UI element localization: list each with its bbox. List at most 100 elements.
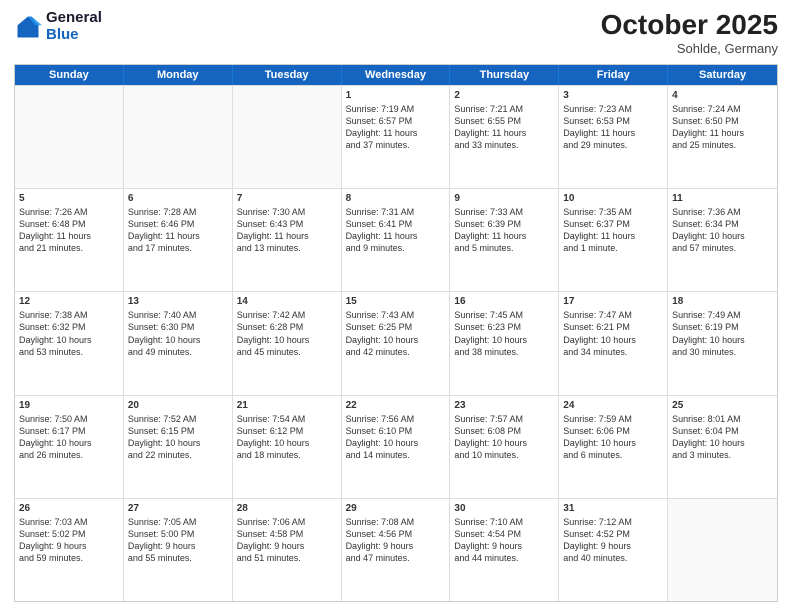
cell-day-number: 8 [346, 192, 446, 205]
calendar-cell-24: 24Sunrise: 7:59 AM Sunset: 6:06 PM Dayli… [559, 396, 668, 498]
cell-day-number: 9 [454, 192, 554, 205]
logo-text: General Blue [46, 10, 102, 43]
cell-day-number: 31 [563, 502, 663, 515]
cell-day-number: 1 [346, 89, 446, 102]
calendar-cell-7: 7Sunrise: 7:30 AM Sunset: 6:43 PM Daylig… [233, 189, 342, 291]
cell-day-number: 6 [128, 192, 228, 205]
calendar-cell-26: 26Sunrise: 7:03 AM Sunset: 5:02 PM Dayli… [15, 499, 124, 601]
cell-day-number: 24 [563, 399, 663, 412]
cell-day-number: 13 [128, 295, 228, 308]
calendar-row-2: 12Sunrise: 7:38 AM Sunset: 6:32 PM Dayli… [15, 291, 777, 394]
cell-day-number: 10 [563, 192, 663, 205]
calendar-cell-28: 28Sunrise: 7:06 AM Sunset: 4:58 PM Dayli… [233, 499, 342, 601]
cell-info: Sunrise: 7:49 AM Sunset: 6:19 PM Dayligh… [672, 309, 773, 358]
calendar-cell-empty-0-0 [15, 86, 124, 188]
cell-day-number: 28 [237, 502, 337, 515]
header-day-friday: Friday [559, 65, 668, 85]
calendar-cell-11: 11Sunrise: 7:36 AM Sunset: 6:34 PM Dayli… [668, 189, 777, 291]
calendar-cell-2: 2Sunrise: 7:21 AM Sunset: 6:55 PM Daylig… [450, 86, 559, 188]
cell-info: Sunrise: 7:24 AM Sunset: 6:50 PM Dayligh… [672, 103, 773, 152]
calendar-cell-22: 22Sunrise: 7:56 AM Sunset: 6:10 PM Dayli… [342, 396, 451, 498]
cell-info: Sunrise: 7:33 AM Sunset: 6:39 PM Dayligh… [454, 206, 554, 255]
calendar-cell-13: 13Sunrise: 7:40 AM Sunset: 6:30 PM Dayli… [124, 292, 233, 394]
calendar-row-3: 19Sunrise: 7:50 AM Sunset: 6:17 PM Dayli… [15, 395, 777, 498]
calendar-row-4: 26Sunrise: 7:03 AM Sunset: 5:02 PM Dayli… [15, 498, 777, 601]
cell-day-number: 7 [237, 192, 337, 205]
cell-info: Sunrise: 7:08 AM Sunset: 4:56 PM Dayligh… [346, 516, 446, 565]
calendar-cell-20: 20Sunrise: 7:52 AM Sunset: 6:15 PM Dayli… [124, 396, 233, 498]
header-day-wednesday: Wednesday [342, 65, 451, 85]
cell-info: Sunrise: 7:42 AM Sunset: 6:28 PM Dayligh… [237, 309, 337, 358]
calendar-cell-empty-4-6 [668, 499, 777, 601]
cell-info: Sunrise: 7:54 AM Sunset: 6:12 PM Dayligh… [237, 413, 337, 462]
calendar-cell-17: 17Sunrise: 7:47 AM Sunset: 6:21 PM Dayli… [559, 292, 668, 394]
month-title: October 2025 [601, 10, 778, 41]
cell-day-number: 14 [237, 295, 337, 308]
cell-day-number: 27 [128, 502, 228, 515]
calendar-cell-empty-0-1 [124, 86, 233, 188]
logo-icon [14, 13, 42, 41]
calendar-cell-21: 21Sunrise: 7:54 AM Sunset: 6:12 PM Dayli… [233, 396, 342, 498]
header-day-thursday: Thursday [450, 65, 559, 85]
calendar-cell-12: 12Sunrise: 7:38 AM Sunset: 6:32 PM Dayli… [15, 292, 124, 394]
cell-day-number: 25 [672, 399, 773, 412]
calendar-cell-3: 3Sunrise: 7:23 AM Sunset: 6:53 PM Daylig… [559, 86, 668, 188]
calendar-cell-1: 1Sunrise: 7:19 AM Sunset: 6:57 PM Daylig… [342, 86, 451, 188]
calendar-cell-16: 16Sunrise: 7:45 AM Sunset: 6:23 PM Dayli… [450, 292, 559, 394]
calendar-cell-14: 14Sunrise: 7:42 AM Sunset: 6:28 PM Dayli… [233, 292, 342, 394]
cell-info: Sunrise: 7:10 AM Sunset: 4:54 PM Dayligh… [454, 516, 554, 565]
cell-day-number: 12 [19, 295, 119, 308]
cell-info: Sunrise: 7:38 AM Sunset: 6:32 PM Dayligh… [19, 309, 119, 358]
cell-info: Sunrise: 7:19 AM Sunset: 6:57 PM Dayligh… [346, 103, 446, 152]
cell-day-number: 21 [237, 399, 337, 412]
cell-day-number: 20 [128, 399, 228, 412]
title-block: October 2025 Sohlde, Germany [601, 10, 778, 56]
cell-info: Sunrise: 8:01 AM Sunset: 6:04 PM Dayligh… [672, 413, 773, 462]
cell-info: Sunrise: 7:40 AM Sunset: 6:30 PM Dayligh… [128, 309, 228, 358]
cell-info: Sunrise: 7:12 AM Sunset: 4:52 PM Dayligh… [563, 516, 663, 565]
logo: General Blue [14, 10, 102, 43]
cell-info: Sunrise: 7:03 AM Sunset: 5:02 PM Dayligh… [19, 516, 119, 565]
cell-day-number: 4 [672, 89, 773, 102]
calendar-row-1: 5Sunrise: 7:26 AM Sunset: 6:48 PM Daylig… [15, 188, 777, 291]
cell-day-number: 11 [672, 192, 773, 205]
calendar-cell-25: 25Sunrise: 8:01 AM Sunset: 6:04 PM Dayli… [668, 396, 777, 498]
cell-info: Sunrise: 7:59 AM Sunset: 6:06 PM Dayligh… [563, 413, 663, 462]
cell-info: Sunrise: 7:35 AM Sunset: 6:37 PM Dayligh… [563, 206, 663, 255]
cell-day-number: 5 [19, 192, 119, 205]
cell-day-number: 29 [346, 502, 446, 515]
cell-day-number: 22 [346, 399, 446, 412]
cell-info: Sunrise: 7:21 AM Sunset: 6:55 PM Dayligh… [454, 103, 554, 152]
cell-info: Sunrise: 7:28 AM Sunset: 6:46 PM Dayligh… [128, 206, 228, 255]
header-day-saturday: Saturday [668, 65, 777, 85]
cell-info: Sunrise: 7:06 AM Sunset: 4:58 PM Dayligh… [237, 516, 337, 565]
cell-info: Sunrise: 7:23 AM Sunset: 6:53 PM Dayligh… [563, 103, 663, 152]
calendar-cell-4: 4Sunrise: 7:24 AM Sunset: 6:50 PM Daylig… [668, 86, 777, 188]
logo-blue: Blue [46, 27, 102, 44]
cell-info: Sunrise: 7:47 AM Sunset: 6:21 PM Dayligh… [563, 309, 663, 358]
cell-day-number: 30 [454, 502, 554, 515]
cell-info: Sunrise: 7:56 AM Sunset: 6:10 PM Dayligh… [346, 413, 446, 462]
header-day-sunday: Sunday [15, 65, 124, 85]
cell-info: Sunrise: 7:05 AM Sunset: 5:00 PM Dayligh… [128, 516, 228, 565]
calendar-cell-15: 15Sunrise: 7:43 AM Sunset: 6:25 PM Dayli… [342, 292, 451, 394]
cell-info: Sunrise: 7:52 AM Sunset: 6:15 PM Dayligh… [128, 413, 228, 462]
header-day-tuesday: Tuesday [233, 65, 342, 85]
calendar-cell-9: 9Sunrise: 7:33 AM Sunset: 6:39 PM Daylig… [450, 189, 559, 291]
cell-day-number: 26 [19, 502, 119, 515]
calendar-cell-6: 6Sunrise: 7:28 AM Sunset: 6:46 PM Daylig… [124, 189, 233, 291]
calendar-cell-8: 8Sunrise: 7:31 AM Sunset: 6:41 PM Daylig… [342, 189, 451, 291]
cell-day-number: 15 [346, 295, 446, 308]
cell-info: Sunrise: 7:57 AM Sunset: 6:08 PM Dayligh… [454, 413, 554, 462]
calendar-cell-27: 27Sunrise: 7:05 AM Sunset: 5:00 PM Dayli… [124, 499, 233, 601]
header: General Blue October 2025 Sohlde, German… [14, 10, 778, 56]
calendar-cell-19: 19Sunrise: 7:50 AM Sunset: 6:17 PM Dayli… [15, 396, 124, 498]
calendar-cell-30: 30Sunrise: 7:10 AM Sunset: 4:54 PM Dayli… [450, 499, 559, 601]
calendar-cell-5: 5Sunrise: 7:26 AM Sunset: 6:48 PM Daylig… [15, 189, 124, 291]
cell-day-number: 17 [563, 295, 663, 308]
cell-info: Sunrise: 7:45 AM Sunset: 6:23 PM Dayligh… [454, 309, 554, 358]
cell-day-number: 3 [563, 89, 663, 102]
calendar-body: 1Sunrise: 7:19 AM Sunset: 6:57 PM Daylig… [15, 85, 777, 601]
calendar-cell-10: 10Sunrise: 7:35 AM Sunset: 6:37 PM Dayli… [559, 189, 668, 291]
calendar-cell-31: 31Sunrise: 7:12 AM Sunset: 4:52 PM Dayli… [559, 499, 668, 601]
